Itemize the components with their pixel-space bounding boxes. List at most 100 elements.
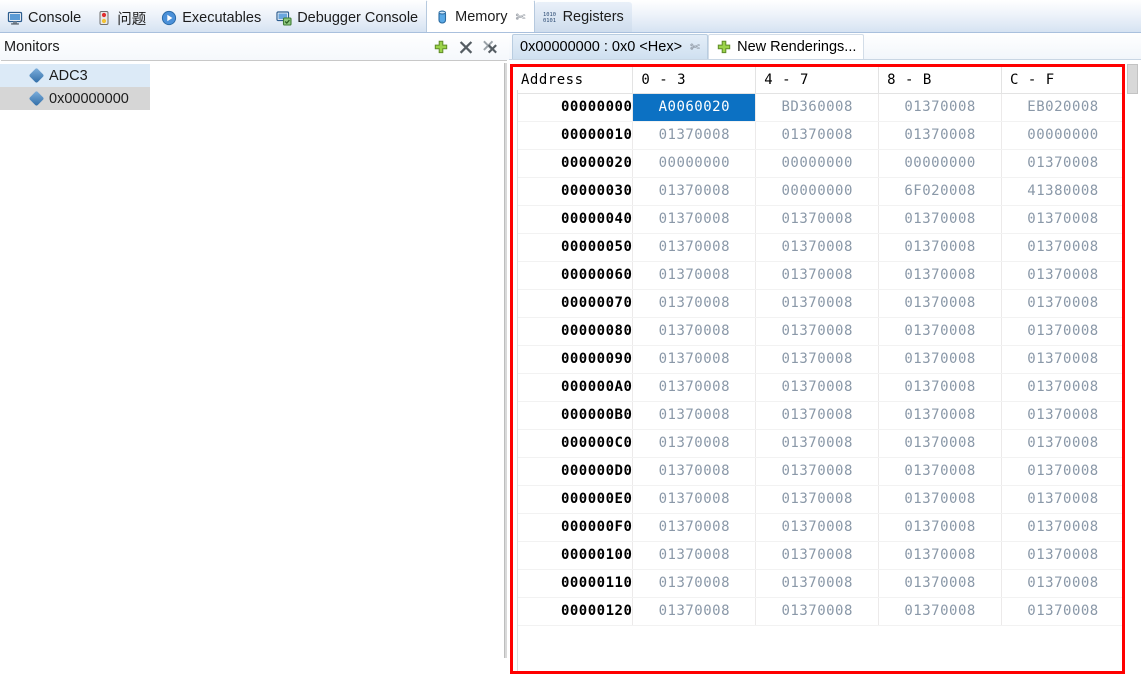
memory-value-cell[interactable]: 01370008 xyxy=(632,317,757,346)
memory-value-cell[interactable]: 01370008 xyxy=(1001,149,1125,178)
memory-value-cell[interactable]: 01370008 xyxy=(632,345,757,374)
add-monitor-button[interactable] xyxy=(433,39,449,55)
memory-address-cell[interactable]: 00000120 xyxy=(513,597,634,626)
memory-value-cell[interactable]: 01370008 xyxy=(1001,289,1125,318)
memory-address-cell[interactable]: 000000E0 xyxy=(513,485,634,514)
memory-value-cell[interactable]: 00000000 xyxy=(632,149,757,178)
memory-value-cell[interactable]: 01370008 xyxy=(632,513,757,542)
list-item[interactable]: 0x00000000 xyxy=(0,87,150,110)
memory-value-cell[interactable]: 01370008 xyxy=(878,93,1003,122)
memory-value-cell[interactable]: 01370008 xyxy=(878,205,1003,234)
memory-value-cell[interactable]: 01370008 xyxy=(632,597,757,626)
memory-value-cell[interactable]: 01370008 xyxy=(755,345,880,374)
memory-value-cell[interactable]: 01370008 xyxy=(632,457,757,486)
memory-address-cell[interactable]: 00000100 xyxy=(513,541,634,570)
memory-address-cell[interactable]: 00000050 xyxy=(513,233,634,262)
memory-value-cell[interactable]: 01370008 xyxy=(755,429,880,458)
memory-value-cell[interactable]: 01370008 xyxy=(755,261,880,290)
memory-value-cell[interactable]: 01370008 xyxy=(755,233,880,262)
memory-value-cell[interactable]: 01370008 xyxy=(755,205,880,234)
memory-value-cell[interactable]: 01370008 xyxy=(878,261,1003,290)
memory-value-cell[interactable]: 01370008 xyxy=(1001,429,1125,458)
memory-value-cell[interactable]: 00000000 xyxy=(1001,121,1125,150)
memory-value-cell[interactable]: 01370008 xyxy=(755,597,880,626)
memory-value-cell[interactable]: 01370008 xyxy=(878,569,1003,598)
memory-value-cell[interactable]: 6F020008 xyxy=(878,177,1003,206)
memory-value-cell[interactable]: 01370008 xyxy=(632,569,757,598)
remove-monitor-button[interactable] xyxy=(458,39,474,55)
memory-value-cell[interactable]: 01370008 xyxy=(1001,569,1125,598)
memory-value-cell[interactable]: 01370008 xyxy=(878,429,1003,458)
memory-address-cell[interactable]: 000000A0 xyxy=(513,373,634,402)
memory-value-cell[interactable]: 01370008 xyxy=(632,205,757,234)
tab-memory[interactable]: Memory ✄ xyxy=(426,0,535,32)
memory-value-cell[interactable]: EB020008 xyxy=(1001,93,1125,122)
memory-value-cell[interactable]: 01370008 xyxy=(878,121,1003,150)
memory-address-cell[interactable]: 00000060 xyxy=(513,261,634,290)
memory-value-cell[interactable]: 01370008 xyxy=(878,373,1003,402)
tab-executables[interactable]: Executables xyxy=(154,4,269,32)
memory-value-cell[interactable]: 01370008 xyxy=(1001,597,1125,626)
memory-value-cell[interactable]: 01370008 xyxy=(632,541,757,570)
memory-value-cell[interactable]: 01370008 xyxy=(632,289,757,318)
memory-value-cell[interactable]: 01370008 xyxy=(755,569,880,598)
memory-address-cell[interactable]: 00000090 xyxy=(513,345,634,374)
memory-value-cell[interactable]: 01370008 xyxy=(632,121,757,150)
memory-value-cell[interactable]: 01370008 xyxy=(1001,485,1125,514)
memory-value-cell[interactable]: 01370008 xyxy=(878,597,1003,626)
memory-address-cell[interactable]: 00000020 xyxy=(513,149,634,178)
memory-value-cell[interactable]: 01370008 xyxy=(1001,541,1125,570)
memory-address-cell[interactable]: 000000D0 xyxy=(513,457,634,486)
memory-value-cell[interactable]: 01370008 xyxy=(878,317,1003,346)
memory-value-cell[interactable]: 01370008 xyxy=(878,541,1003,570)
memory-value-cell[interactable]: 01370008 xyxy=(878,345,1003,374)
memory-value-cell[interactable]: 01370008 xyxy=(755,401,880,430)
memory-value-cell[interactable]: 01370008 xyxy=(755,317,880,346)
memory-value-cell[interactable]: 01370008 xyxy=(755,121,880,150)
memory-vertical-scrollbar[interactable] xyxy=(1127,64,1138,94)
memory-value-cell[interactable]: 01370008 xyxy=(755,541,880,570)
memory-value-cell[interactable]: 01370008 xyxy=(1001,457,1125,486)
close-icon[interactable]: ✄ xyxy=(690,41,700,53)
column-header-c-f[interactable]: C - F xyxy=(1001,67,1125,94)
tab-problems[interactable]: 问题 xyxy=(89,4,154,32)
memory-value-cell[interactable]: 01370008 xyxy=(632,485,757,514)
memory-value-cell[interactable]: 01370008 xyxy=(1001,205,1125,234)
memory-value-cell[interactable]: 01370008 xyxy=(1001,261,1125,290)
panel-sash[interactable] xyxy=(504,63,507,658)
memory-address-cell[interactable]: 000000F0 xyxy=(513,513,634,542)
memory-value-cell[interactable]: 00000000 xyxy=(878,149,1003,178)
memory-value-cell[interactable]: A0060020 xyxy=(632,93,757,122)
memory-value-cell[interactable]: 01370008 xyxy=(1001,373,1125,402)
column-header-address[interactable]: Address xyxy=(513,67,634,94)
memory-value-cell[interactable]: 01370008 xyxy=(878,513,1003,542)
tab-debugger-console[interactable]: Debugger Console xyxy=(269,4,426,32)
memory-value-cell[interactable]: 01370008 xyxy=(632,429,757,458)
remove-all-monitors-button[interactable] xyxy=(483,39,499,55)
memory-value-cell[interactable]: 01370008 xyxy=(632,233,757,262)
close-icon[interactable]: ✄ xyxy=(516,11,526,23)
tab-registers[interactable]: 1010 0101 Registers xyxy=(534,2,632,32)
memory-address-cell[interactable]: 000000C0 xyxy=(513,429,634,458)
memory-value-cell[interactable]: 01370008 xyxy=(1001,345,1125,374)
new-renderings-tab[interactable]: New Renderings... xyxy=(708,34,865,59)
list-item[interactable]: ADC3 xyxy=(0,64,150,87)
memory-value-cell[interactable]: 01370008 xyxy=(878,289,1003,318)
memory-value-cell[interactable]: 00000000 xyxy=(755,149,880,178)
memory-address-cell[interactable]: 000000B0 xyxy=(513,401,634,430)
tab-console[interactable]: Console xyxy=(0,4,89,32)
memory-address-cell[interactable]: 00000030 xyxy=(513,177,634,206)
memory-value-cell[interactable]: 00000000 xyxy=(755,177,880,206)
memory-value-cell[interactable]: 01370008 xyxy=(755,513,880,542)
column-header-4-7[interactable]: 4 - 7 xyxy=(755,67,880,94)
memory-value-cell[interactable]: 01370008 xyxy=(1001,401,1125,430)
memory-address-cell[interactable]: 00000110 xyxy=(513,569,634,598)
memory-value-cell[interactable]: 01370008 xyxy=(755,289,880,318)
memory-address-cell[interactable]: 00000010 xyxy=(513,121,634,150)
memory-value-cell[interactable]: 01370008 xyxy=(1001,233,1125,262)
memory-value-cell[interactable]: 01370008 xyxy=(632,177,757,206)
memory-value-cell[interactable]: 01370008 xyxy=(878,233,1003,262)
memory-value-cell[interactable]: 01370008 xyxy=(878,457,1003,486)
memory-value-cell[interactable]: 01370008 xyxy=(755,373,880,402)
memory-value-cell[interactable]: 01370008 xyxy=(878,401,1003,430)
